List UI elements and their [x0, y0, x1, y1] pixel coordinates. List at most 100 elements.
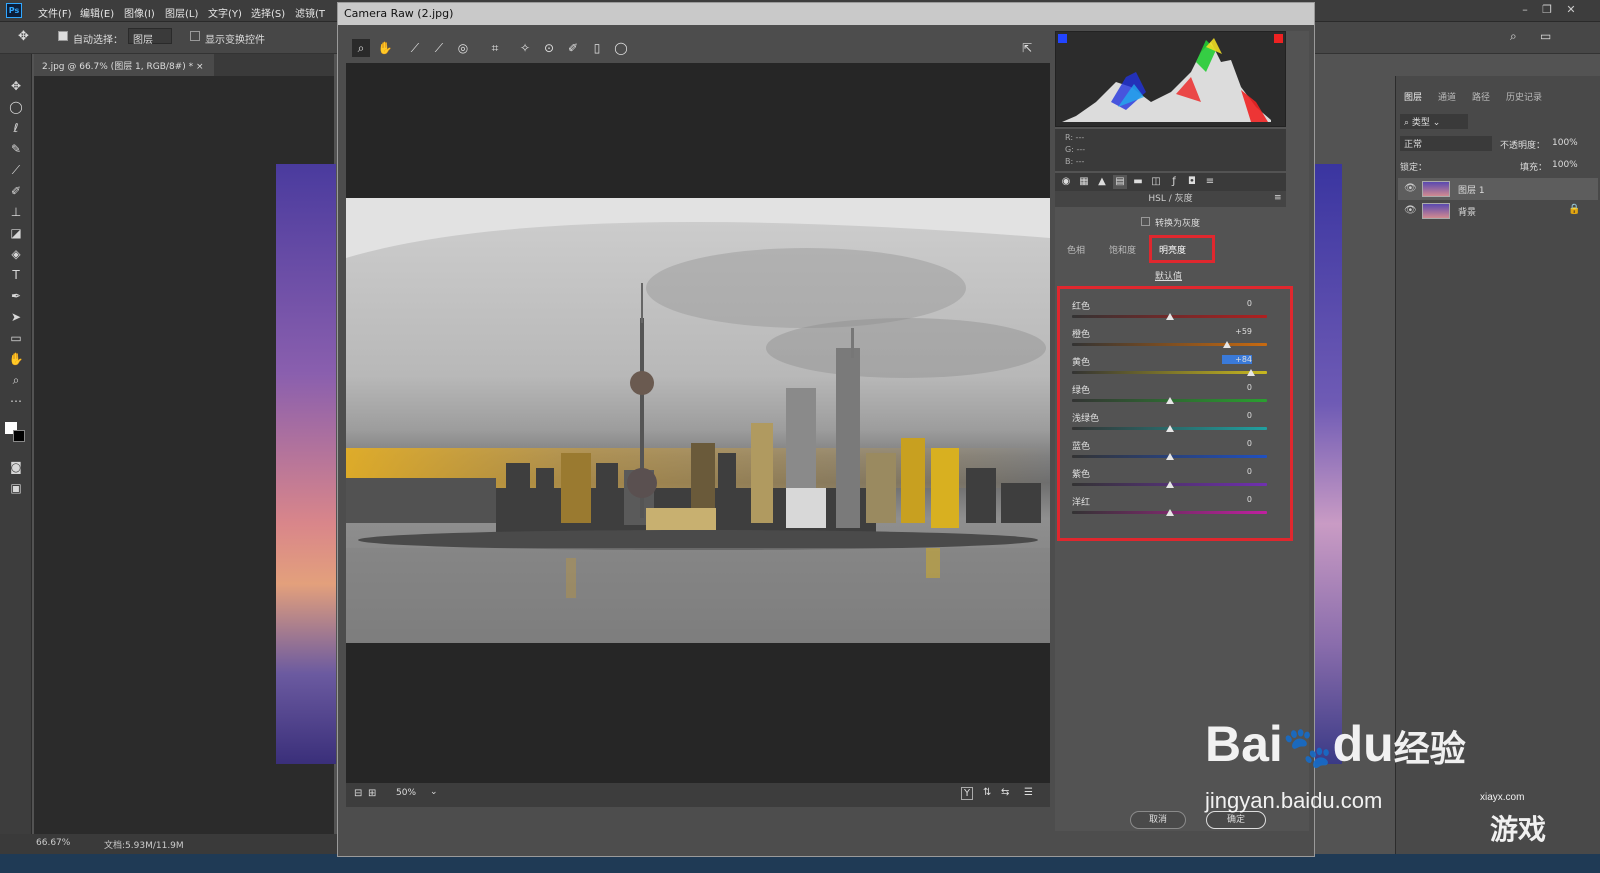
spot-removal-icon[interactable]: ✧	[516, 39, 534, 57]
radial-filter-icon[interactable]: ◯	[612, 39, 630, 57]
shadow-clipping-indicator[interactable]	[1058, 34, 1067, 43]
visibility-eye-icon[interactable]: 👁	[1404, 205, 1417, 216]
pen-icon[interactable]: ✒	[7, 288, 25, 304]
tab-luminance[interactable]: 明亮度	[1159, 243, 1186, 256]
highlight-clipping-indicator[interactable]	[1274, 34, 1283, 43]
crop-icon[interactable]: ⌗	[486, 39, 504, 57]
slider-magenta[interactable]: 洋红 0	[1072, 495, 1272, 523]
slider-yellow[interactable]: 黄色 +84	[1072, 355, 1272, 383]
tone-curve-icon[interactable]: ▦	[1077, 175, 1091, 189]
minimize-icon[interactable]: –	[1516, 3, 1534, 17]
slider-track[interactable]	[1072, 343, 1267, 346]
slider-thumb[interactable]	[1165, 509, 1174, 516]
move-tool-icon[interactable]: ✥	[18, 29, 29, 44]
swap-icon[interactable]: ⇅	[983, 787, 991, 798]
slider-thumb[interactable]	[1165, 313, 1174, 320]
effects-icon[interactable]: ƒ	[1167, 175, 1181, 189]
zoom-level[interactable]: 50%	[396, 788, 416, 798]
split-toning-icon[interactable]: ▬	[1131, 175, 1145, 189]
search-icon[interactable]: ⌕	[1510, 29, 1517, 44]
layer-filter-dropdown[interactable]: ⌕ 类型 ⌄	[1400, 114, 1468, 129]
quick-mask-icon[interactable]: ◙	[7, 459, 25, 475]
preview-settings-icon[interactable]: ☰	[1024, 787, 1033, 798]
hsl-panel-icon[interactable]: ▤	[1113, 175, 1127, 189]
screen-mode-icon[interactable]: ▣	[7, 480, 25, 496]
tab-paths[interactable]: 路径	[1472, 90, 1490, 103]
layer-row[interactable]: 👁 图层 1	[1398, 178, 1598, 200]
background-color-swatch[interactable]	[13, 430, 25, 442]
tab-saturation[interactable]: 饱和度	[1109, 243, 1136, 256]
menu-type[interactable]: 文字(Y)	[208, 5, 242, 20]
tab-history[interactable]: 历史记录	[1506, 90, 1542, 103]
close-icon[interactable]: ✕	[1562, 3, 1580, 17]
fullscreen-icon[interactable]: ⇱	[1018, 39, 1036, 57]
zoom-icon[interactable]: ⌕	[7, 372, 25, 388]
opacity-value[interactable]: 100%	[1552, 138, 1578, 148]
ellipse-marquee-icon[interactable]: ◯	[7, 99, 25, 115]
quick-select-icon[interactable]: ✎	[7, 141, 25, 157]
default-link[interactable]: 默认值	[1155, 269, 1182, 282]
workspace-icon[interactable]: ▭	[1540, 29, 1551, 43]
basic-panel-icon[interactable]: ◉	[1059, 175, 1073, 189]
adjust-brush-icon[interactable]: ✐	[564, 39, 582, 57]
auto-select-dropdown[interactable]: 图层	[128, 28, 172, 46]
blend-mode-dropdown[interactable]: 正常	[1400, 136, 1492, 151]
slider-value[interactable]: +84	[1222, 355, 1252, 364]
menu-layer[interactable]: 图层(L)	[165, 5, 198, 20]
show-transform-checkbox[interactable]	[190, 31, 200, 41]
zoom-tool-icon[interactable]: ⌕	[352, 39, 370, 57]
menu-edit[interactable]: 编辑(E)	[80, 5, 114, 20]
slider-value[interactable]: 0	[1222, 411, 1252, 420]
brush-icon[interactable]: ✐	[7, 183, 25, 199]
before-after-icon[interactable]: Y	[961, 787, 974, 800]
slider-thumb[interactable]	[1165, 453, 1174, 460]
auto-select-checkbox[interactable]	[58, 31, 68, 41]
hand-icon[interactable]: ✋	[7, 351, 25, 367]
more-tools-icon[interactable]: ⋯	[7, 393, 25, 409]
menu-image[interactable]: 图像(I)	[124, 5, 155, 20]
move-icon[interactable]: ✥	[7, 78, 25, 94]
rectangle-icon[interactable]: ▭	[7, 330, 25, 346]
hand-tool-icon[interactable]: ✋	[376, 39, 394, 57]
panel-menu-icon[interactable]: ≡	[1274, 193, 1282, 203]
camera-calibration-icon[interactable]: ◘	[1185, 175, 1199, 189]
layer-name[interactable]: 图层 1	[1458, 183, 1485, 196]
image-preview[interactable]	[346, 63, 1050, 801]
paint-bucket-icon[interactable]: ◈	[7, 246, 25, 262]
menu-file[interactable]: 文件(F)	[38, 5, 72, 20]
slider-track[interactable]	[1072, 371, 1267, 374]
slider-value[interactable]: 0	[1222, 383, 1252, 392]
chevron-down-icon[interactable]: ⌄	[430, 787, 438, 797]
slider-value[interactable]: 0	[1222, 467, 1252, 476]
graduated-filter-icon[interactable]: ▯	[588, 39, 606, 57]
lens-correction-icon[interactable]: ◫	[1149, 175, 1163, 189]
slider-aqua[interactable]: 浅绿色 0	[1072, 411, 1272, 439]
red-eye-icon[interactable]: ⊙	[540, 39, 558, 57]
fill-value[interactable]: 100%	[1552, 160, 1578, 170]
color-sampler-icon[interactable]: ⟋	[430, 39, 448, 57]
menu-filter[interactable]: 滤镜(T	[295, 5, 325, 20]
slider-value[interactable]: +59	[1222, 327, 1252, 336]
eraser-icon[interactable]: ◪	[7, 225, 25, 241]
close-tab-icon[interactable]: ×	[196, 62, 204, 72]
slider-thumb[interactable]	[1165, 425, 1174, 432]
tab-channels[interactable]: 通道	[1438, 90, 1456, 103]
slider-red[interactable]: 红色 0	[1072, 299, 1272, 327]
target-adjust-icon[interactable]: ◎	[454, 39, 472, 57]
slider-value[interactable]: 0	[1222, 299, 1252, 308]
tab-layers[interactable]: 图层	[1404, 90, 1422, 103]
detail-icon[interactable]: ▲	[1095, 175, 1109, 189]
layer-name[interactable]: 背景	[1458, 205, 1476, 218]
slider-purple[interactable]: 紫色 0	[1072, 467, 1272, 495]
slider-value[interactable]: 0	[1222, 439, 1252, 448]
slider-thumb[interactable]	[1165, 397, 1174, 404]
type-icon[interactable]: T	[7, 267, 25, 283]
stamp-icon[interactable]: ⊥	[7, 204, 25, 220]
layer-row[interactable]: 👁 背景 🔒	[1398, 200, 1598, 222]
slider-green[interactable]: 绿色 0	[1072, 383, 1272, 411]
slider-orange[interactable]: 橙色 +59	[1072, 327, 1272, 355]
white-balance-icon[interactable]: ⟋	[406, 39, 424, 57]
presets-icon[interactable]: ≡	[1203, 175, 1217, 189]
restore-icon[interactable]: ❐	[1538, 3, 1556, 17]
path-select-icon[interactable]: ➤	[7, 309, 25, 325]
